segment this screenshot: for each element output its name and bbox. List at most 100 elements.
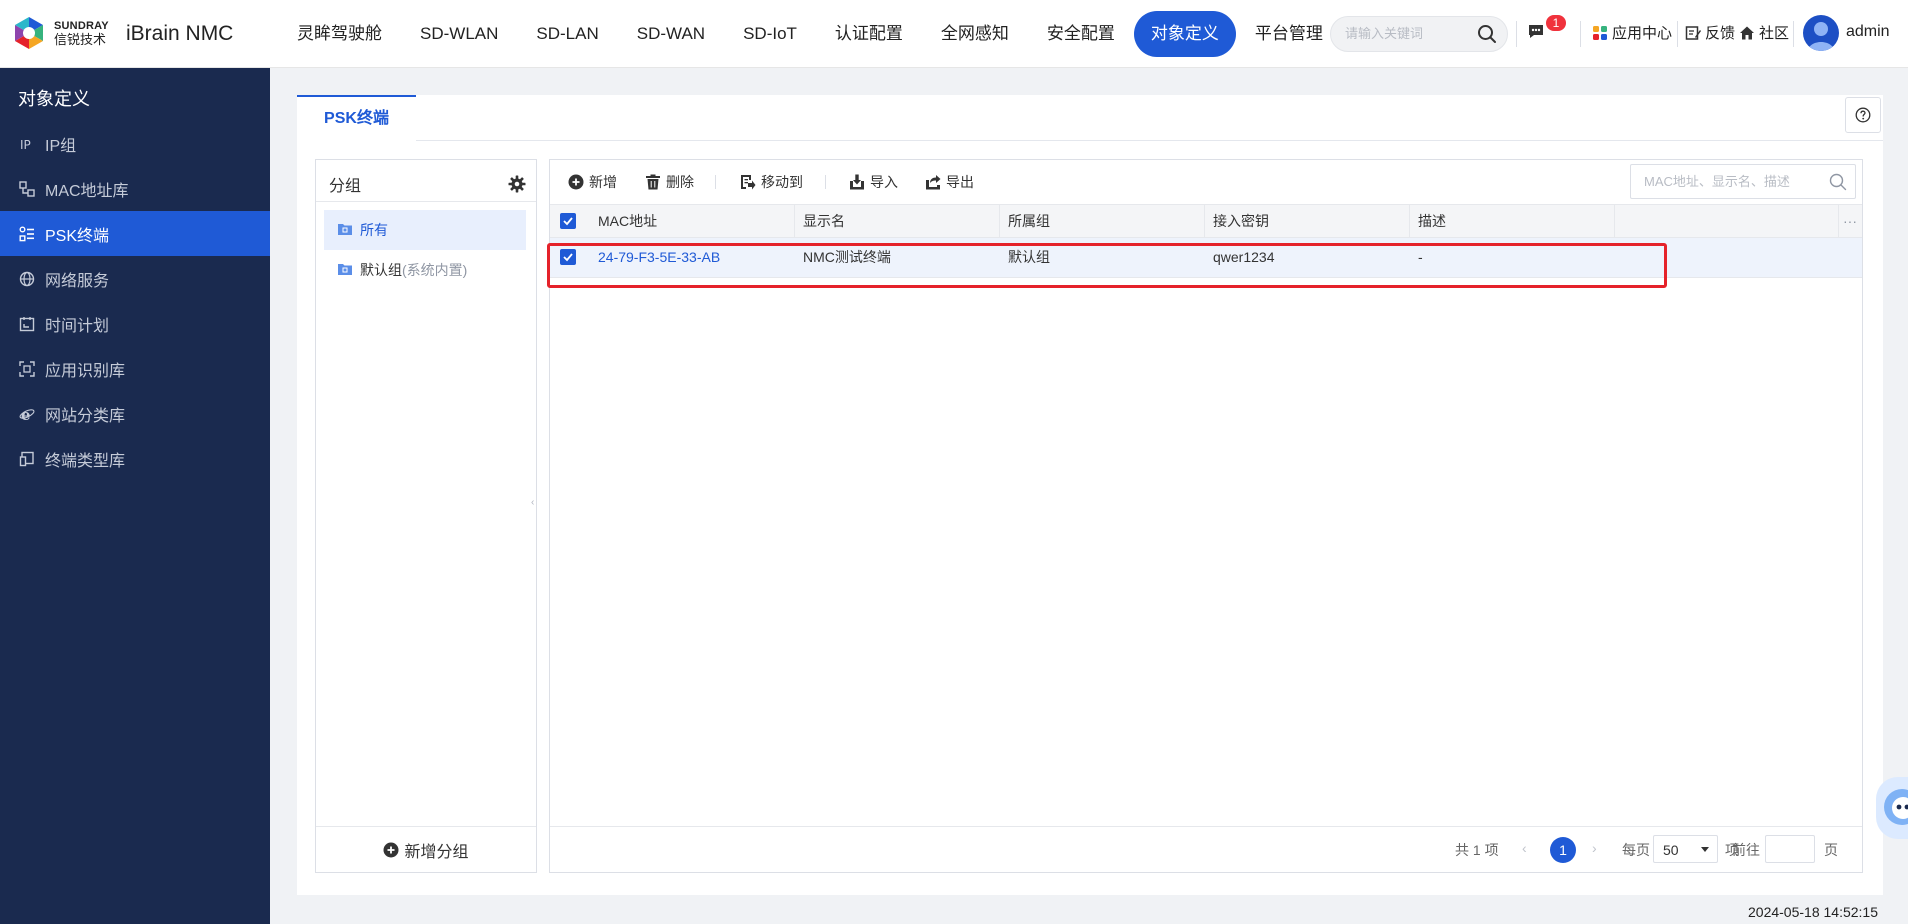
group-item-all[interactable]: 所有 <box>324 210 526 250</box>
sidebar-item-label: 网站分类库 <box>45 407 126 425</box>
nav-security-config[interactable]: 安全配置 <box>1028 11 1134 57</box>
folder-icon <box>338 222 352 238</box>
calendar-icon <box>18 315 36 333</box>
app-center-button[interactable]: 应用中心 <box>1592 22 1672 43</box>
sidebar-item-terminal-type-library[interactable]: 终端类型库 <box>0 436 270 481</box>
column-header-description[interactable]: 描述 <box>1410 205 1615 238</box>
nav-network-awareness[interactable]: 全网感知 <box>922 11 1028 57</box>
import-button[interactable]: 导入 <box>849 172 898 192</box>
sidebar: 对象定义 IP IP组 MAC地址库 PSK终端 网络服务 时间计划 应用识别库… <box>0 68 270 924</box>
help-button[interactable] <box>1845 97 1881 133</box>
sundray-logo-icon <box>10 14 48 52</box>
timestamp: 2024-05-18 14:52:15 <box>1748 904 1878 920</box>
row-checkbox[interactable] <box>560 249 576 265</box>
nav-sd-iot[interactable]: SD-IoT <box>724 11 816 57</box>
delete-button[interactable]: 删除 <box>645 172 694 192</box>
trash-icon <box>646 174 660 190</box>
import-icon <box>850 174 864 190</box>
column-header-mac[interactable]: MAC地址 <box>590 205 795 238</box>
group-panel-title: 分组 <box>329 178 362 195</box>
cell-mac[interactable]: 24-79-F3-5E-33-AB <box>590 238 795 277</box>
feedback-button[interactable]: 反馈 <box>1685 22 1735 43</box>
logo-cn-text: 信锐技术 <box>54 32 107 47</box>
nav-sd-lan[interactable]: SD-LAN <box>517 11 617 57</box>
nav-auth-config[interactable]: 认证配置 <box>816 11 922 57</box>
header-divider <box>1580 21 1581 47</box>
move-icon <box>741 175 756 190</box>
export-button[interactable]: 导出 <box>925 172 974 192</box>
column-header-group[interactable]: 所属组 <box>1000 205 1205 238</box>
column-header-display-name[interactable]: 显示名 <box>795 205 1000 238</box>
plus-circle-icon <box>568 174 584 190</box>
tab-psk-terminal[interactable]: PSK终端 <box>297 95 416 141</box>
globe-icon <box>18 270 36 288</box>
table-search-input[interactable] <box>1644 174 1819 189</box>
logo[interactable]: SUNDRAY 信锐技术 <box>10 14 109 52</box>
table-header: MAC地址 显示名 所属组 接入密钥 描述 ··· <box>550 204 1862 238</box>
prev-page-button[interactable]: ‹ <box>1522 840 1527 856</box>
app-center-label: 应用中心 <box>1612 25 1673 42</box>
global-search-input[interactable] <box>1345 26 1475 41</box>
export-icon <box>926 175 941 190</box>
sidebar-item-psk-terminal[interactable]: PSK终端 <box>0 211 270 256</box>
table-toolbar: 新增 删除 移动到 导入 导出 <box>550 160 1862 204</box>
collapse-handle[interactable]: ‹ <box>531 497 536 509</box>
avatar[interactable] <box>1803 15 1839 51</box>
message-icon[interactable] <box>1527 22 1545 43</box>
sidebar-title: 对象定义 <box>18 89 90 109</box>
header-divider <box>1793 21 1794 47</box>
cell-group: 默认组 <box>1008 249 1050 265</box>
nav-platform-management[interactable]: 平台管理 <box>1236 11 1342 57</box>
nav-sd-wlan[interactable]: SD-WLAN <box>401 11 517 57</box>
community-button[interactable]: 社区 <box>1739 22 1789 43</box>
sidebar-item-label: MAC地址库 <box>45 182 129 200</box>
next-page-button[interactable]: › <box>1592 840 1597 856</box>
nav-sd-wan[interactable]: SD-WAN <box>618 11 724 57</box>
add-label: 新增 <box>589 174 617 190</box>
add-button[interactable]: 新增 <box>568 172 617 192</box>
move-to-button[interactable]: 移动到 <box>740 172 803 192</box>
move-to-label: 移动到 <box>761 174 803 190</box>
column-settings-icon[interactable]: ··· <box>1838 205 1862 238</box>
group-item-label: 默认组 <box>360 262 402 278</box>
header-divider <box>1516 21 1517 47</box>
sidebar-item-ip-group[interactable]: IP IP组 <box>0 121 270 166</box>
scan-icon <box>18 360 36 378</box>
chevron-down-icon <box>1701 847 1709 852</box>
toolbar-divider <box>715 175 716 189</box>
sidebar-item-label: 网络服务 <box>45 272 110 290</box>
tab-divider <box>416 140 1883 141</box>
nav-cockpit[interactable]: 灵眸驾驶舱 <box>278 11 401 57</box>
community-label: 社区 <box>1759 25 1790 42</box>
app-grid-icon <box>1593 25 1607 40</box>
search-icon[interactable] <box>1829 173 1847 194</box>
pagination: 共 1 项 ‹ 1 › 每页 50 项 前往 页 <box>550 826 1862 872</box>
sidebar-item-mac-library[interactable]: MAC地址库 <box>0 166 270 211</box>
plus-circle-icon <box>383 842 399 857</box>
sidebar-item-website-library[interactable]: e 网站分类库 <box>0 391 270 436</box>
nav-object-definition[interactable]: 对象定义 <box>1133 11 1236 57</box>
assistant-robot-icon[interactable] <box>1876 777 1908 839</box>
add-group-button[interactable]: 新增分组 <box>316 826 536 872</box>
group-panel-header: 分组 <box>316 160 536 202</box>
table-row[interactable]: 24-79-F3-5E-33-AB NMC测试终端 默认组 qwer1234 - <box>550 238 1862 278</box>
username[interactable]: admin <box>1846 23 1890 41</box>
page-1-button[interactable]: 1 <box>1550 837 1576 863</box>
product-name: iBrain NMC <box>126 22 234 45</box>
sidebar-item-network-service[interactable]: 网络服务 <box>0 256 270 301</box>
per-page-label: 每页 <box>1622 842 1650 858</box>
search-icon[interactable] <box>1477 24 1497 47</box>
goto-page-input[interactable] <box>1765 835 1815 863</box>
gear-icon[interactable] <box>508 175 526 196</box>
sidebar-item-label: 时间计划 <box>45 317 110 335</box>
group-item-default[interactable]: 默认组 (系统内置) <box>324 250 526 290</box>
main-nav: 灵眸驾驶舱 SD-WLAN SD-LAN SD-WAN SD-IoT 认证配置 … <box>278 11 1342 57</box>
delete-label: 删除 <box>666 174 694 190</box>
sidebar-item-label: 应用识别库 <box>45 362 126 380</box>
page-size-select[interactable]: 50 <box>1653 835 1718 863</box>
sidebar-item-app-library[interactable]: 应用识别库 <box>0 346 270 391</box>
column-header-access-key[interactable]: 接入密钥 <box>1205 205 1410 238</box>
message-count-badge: 1 <box>1546 15 1566 31</box>
select-all-checkbox[interactable] <box>560 213 576 229</box>
sidebar-item-time-schedule[interactable]: 时间计划 <box>0 301 270 346</box>
